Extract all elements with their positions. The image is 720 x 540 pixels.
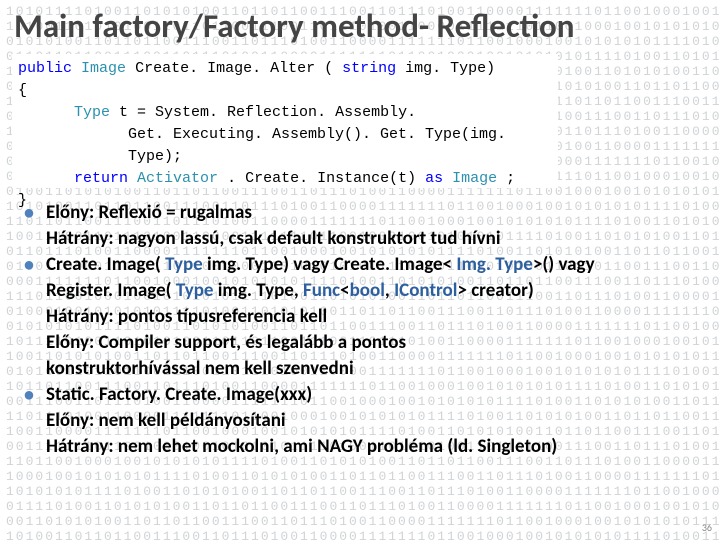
page-number: 36 (702, 521, 712, 534)
bullet-item: Előny: Reflexió = rugalmas Hátrány: nagyo… (18, 200, 710, 252)
code-keyword: public (18, 60, 72, 77)
bullet-line: Create. Image( Type img. Type) vagy Crea… (46, 252, 710, 278)
text-span: img. Type, (213, 279, 303, 302)
code-text: img. Type) (405, 60, 495, 77)
code-line: { (18, 80, 552, 102)
text-span: Előny: Compiler support, és legalább a p… (46, 331, 406, 354)
text-span: > creator) (457, 279, 533, 302)
slide-title: Main factory/Factory method- Reflection (14, 6, 574, 46)
text-span: Create. Image( (46, 253, 165, 276)
code-class: Activator (137, 170, 218, 187)
text-span: Hátrány: pontos típusreferencia kell (46, 305, 327, 328)
code-class: Image (81, 60, 126, 77)
code-text: . Create. Instance(t) (227, 170, 425, 187)
text-span: Hátrány: nagyon lassú, csak default kons… (46, 227, 501, 250)
bullet-line: konstruktorhívással nem kell szenvedni (46, 356, 710, 382)
bullet-line: Hátrány: nagyon lassú, csak default kons… (46, 226, 710, 252)
code-text: t = System. Reflection. Assembly. (119, 104, 416, 121)
keyword-span: bool (350, 279, 385, 302)
text-span: img. Type) vagy Create. Image< (203, 253, 457, 276)
slide: 1010111101001101010100110110110011100110… (0, 0, 720, 540)
bullet-item: Static. Factory. Create. Image(xxx) Előny… (18, 382, 710, 460)
keyword-span: Func (303, 279, 340, 302)
text-span: Static. Factory. Create. Image(xxx) (46, 383, 312, 406)
text-span: Előny: nem kell példányosítani (46, 409, 286, 432)
bullet-line: Hátrány: nem lehet mockolni, ami NAGY pr… (46, 434, 710, 460)
keyword-span: IControl (394, 279, 457, 302)
code-keyword: return (74, 170, 128, 187)
keyword-span: Type (165, 253, 203, 276)
bullet-list: Előny: Reflexió = rugalmas Hátrány: nagyo… (18, 200, 710, 460)
code-text: ; (506, 170, 515, 187)
text-span: Előny: Reflexió = rugalmas (46, 201, 252, 224)
text-span: Register. Image( (46, 279, 176, 302)
code-class: Type (74, 104, 110, 121)
keyword-span: Img. Type (456, 253, 532, 276)
code-snippet: public Image Create. Image. Alter ( stri… (12, 54, 558, 188)
code-line: Get. Executing. Assembly(). Get. Type(im… (18, 124, 552, 168)
code-class: Image (452, 170, 497, 187)
bullet-line: Hátrány: pontos típusreferencia kell (46, 304, 710, 330)
text-span: , (385, 279, 394, 302)
text-span: konstruktorhívással nem kell szenvedni (46, 357, 354, 380)
bullet-line: Előny: nem kell példányosítani (46, 408, 710, 434)
keyword-span: Type (176, 279, 214, 302)
text-span: >() vagy (533, 253, 595, 276)
text-span: Hátrány: nem lehet mockolni, ami NAGY pr… (46, 435, 557, 458)
code-method: Create. Image. Alter (135, 60, 315, 77)
bullet-line: Static. Factory. Create. Image(xxx) (46, 382, 710, 408)
code-text: ( (324, 60, 333, 77)
code-keyword: as (425, 170, 443, 187)
bullet-item: Create. Image( Type img. Type) vagy Crea… (18, 252, 710, 382)
bullet-line: Előny: Reflexió = rugalmas (46, 200, 710, 226)
text-span: < (340, 279, 349, 302)
bullet-line: Register. Image( Type img. Type, Func<bo… (46, 278, 710, 304)
bullet-line: Előny: Compiler support, és legalább a p… (46, 330, 710, 356)
code-keyword: string (342, 60, 396, 77)
